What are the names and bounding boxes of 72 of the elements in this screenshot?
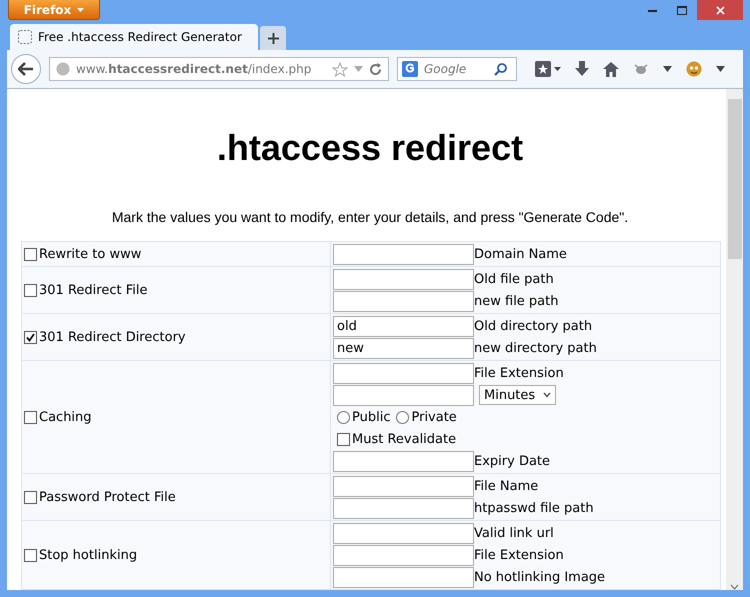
radio-label: Public [352,410,390,424]
option-label: Password Protect File [39,490,176,504]
smiley-icon[interactable] [686,61,702,77]
dropdown-arrow-icon[interactable] [716,66,725,72]
radio-label: Private [411,410,457,424]
intro-text: Mark the values you want to modify, enter your details, and press "Generate Code". [110,209,630,225]
chevron-down-icon [543,392,552,398]
radio-button[interactable] [337,410,350,424]
address-bar[interactable]: www.htaccessredirect.net/index.php [49,57,389,81]
home-icon[interactable] [603,62,619,76]
text-field[interactable] [333,522,474,544]
star-icon[interactable] [332,62,348,76]
checkbox[interactable] [24,410,37,424]
back-button[interactable] [11,54,41,84]
search-box[interactable]: Google [397,57,517,81]
back-arrow-icon [18,62,34,76]
page-icon [18,30,32,44]
checkbox[interactable] [24,490,37,504]
checkbox-label: Must Revalidate [352,432,456,446]
field-label: Domain Name [474,246,567,262]
text-field[interactable] [333,498,474,518]
download-icon[interactable] [575,61,589,77]
google-g-icon[interactable] [402,61,418,77]
option-label: 301 Redirect File [39,282,148,298]
browser-tab[interactable]: Free .htaccess Redirect Generator [10,24,258,50]
text-field[interactable] [333,566,474,588]
text-field[interactable] [333,268,474,290]
text-field[interactable]: old [333,316,474,336]
text-field[interactable] [333,290,474,312]
plus-icon [268,32,278,44]
checkbox[interactable] [24,248,37,260]
minimize-icon[interactable] [648,8,656,12]
field-label: Old directory path [474,318,592,334]
text-field[interactable] [333,450,474,472]
text-field[interactable] [333,244,474,264]
field-label: Expiry Date [474,454,550,468]
option-label: 301 Redirect Directory [39,330,186,344]
unit-dropdown[interactable]: Minutes [479,385,556,405]
field-label: File Extension [474,366,564,380]
field-label: Old file path [474,272,554,286]
new-tab-button[interactable] [260,26,286,50]
checkbox[interactable] [337,432,350,446]
field-label: htpasswd file path [474,500,594,516]
maximize-icon[interactable] [677,6,687,14]
option-label: Stop hotlinking [39,548,138,562]
checkbox[interactable] [24,330,37,344]
scroll-down-icon[interactable] [730,584,739,590]
field-label: new file path [474,294,558,308]
text-field[interactable] [333,362,474,384]
text-field[interactable] [333,476,474,496]
radio-button[interactable] [396,410,410,424]
search-icon[interactable] [494,62,507,76]
checkbox[interactable] [24,548,37,562]
field-label: File Name [474,478,538,494]
text-field[interactable] [333,544,474,566]
field-label: No hotlinking Image [474,570,606,584]
text-field[interactable]: new [333,338,474,358]
reload-icon[interactable] [369,62,382,76]
scrollbar[interactable] [726,89,743,590]
globe-icon [56,62,70,76]
field-label: Valid link url [474,526,554,540]
checkbox[interactable] [24,284,37,296]
field-label: File Extension [474,548,564,562]
option-label: Rewrite to www [39,246,142,262]
option-label: Caching [39,410,92,424]
close-icon[interactable] [716,6,724,14]
dropdown-arrow-icon[interactable] [663,66,672,72]
text-field[interactable] [333,384,474,406]
caret-icon [77,8,84,12]
bookmarks-icon[interactable] [535,61,561,77]
page-title: .htaccess redirect [216,127,524,169]
field-label: new directory path [474,340,597,356]
